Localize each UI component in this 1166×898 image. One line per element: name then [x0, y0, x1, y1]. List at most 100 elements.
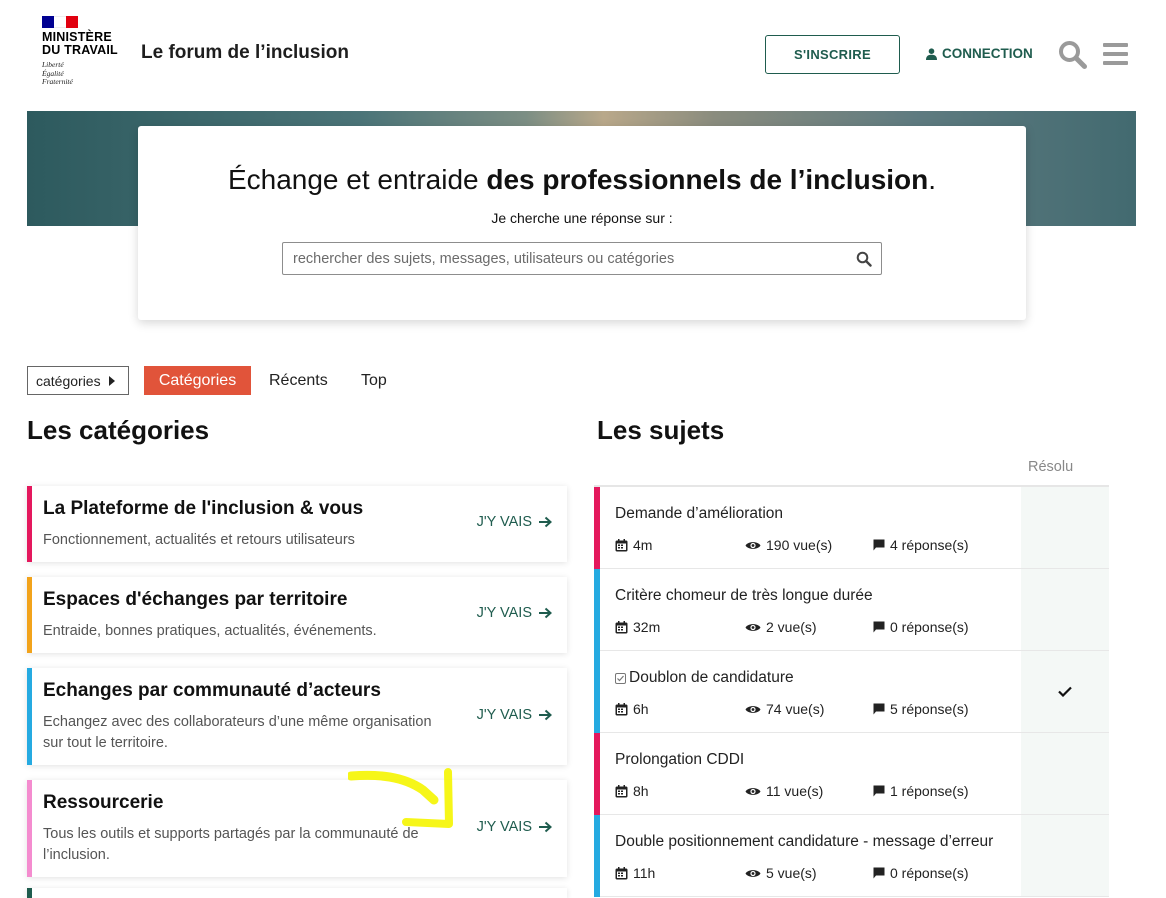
topic-color-bar — [594, 733, 600, 815]
search-icon[interactable] — [1058, 40, 1087, 69]
topic-views: 11 vue(s) — [745, 783, 823, 799]
comment-icon — [873, 867, 885, 879]
topic-row[interactable]: Doublon de candidature 6h 74 vue(s) 5 ré… — [594, 651, 1109, 733]
category-description: Fonctionnement, actualités et retours ut… — [43, 532, 355, 548]
caret-right-icon — [108, 375, 115, 386]
topic-time-text: 11h — [633, 865, 656, 881]
topic-replies-text: 1 réponse(s) — [890, 783, 969, 799]
arrow-right-icon — [539, 821, 552, 833]
categories-heading: Les catégories — [27, 415, 210, 445]
topic-time: 6h — [615, 701, 649, 717]
category-color-bar — [27, 780, 32, 877]
hero-title-bold: des professionnels de l’inclusion — [486, 164, 929, 195]
topic-time-text: 6h — [633, 701, 649, 717]
categories-dropdown[interactable]: catégories — [27, 366, 129, 395]
site-header: MINISTÈRE DU TRAVAIL Liberté Égalité Fra… — [0, 0, 1166, 111]
eye-icon — [745, 869, 761, 877]
eye-icon — [745, 623, 761, 631]
calendar-icon — [615, 538, 628, 551]
search-submit-button[interactable] — [847, 251, 881, 267]
category-go-link[interactable]: J'Y VAIS — [477, 605, 552, 621]
search-input[interactable] — [283, 243, 847, 274]
topic-time: 4m — [615, 537, 652, 553]
topic-replies-text: 0 réponse(s) — [890, 619, 969, 635]
menu-icon[interactable] — [1103, 43, 1128, 65]
category-card[interactable]: Ressourcerie Tous les outils et supports… — [27, 780, 567, 877]
arrow-right-icon — [539, 709, 552, 721]
category-go-link[interactable]: J'Y VAIS — [477, 707, 552, 723]
topic-replies: 0 réponse(s) — [873, 865, 969, 881]
category-go-link[interactable]: J'Y VAIS — [477, 819, 552, 835]
go-label: J'Y VAIS — [476, 605, 532, 621]
go-label: J'Y VAIS — [476, 707, 532, 723]
go-label: J'Y VAIS — [476, 514, 532, 530]
topic-views-text: 5 vue(s) — [766, 865, 817, 881]
logo-motto: Liberté Égalité Fraternité — [42, 60, 132, 87]
category-description: Entraide, bonnes pratiques, actualités, … — [43, 623, 377, 639]
topic-row[interactable]: Prolongation CDDI 8h 11 vue(s) 1 réponse… — [594, 733, 1109, 815]
topic-views: 2 vue(s) — [745, 619, 817, 635]
topic-row[interactable]: Critère chomeur de très longue durée 32m… — [594, 569, 1109, 651]
topic-replies-text: 5 réponse(s) — [890, 701, 969, 717]
resolved-cell — [1021, 569, 1109, 650]
hero-title-end: . — [928, 164, 937, 195]
tab-categories[interactable]: Catégories — [144, 366, 251, 395]
checkmark-icon — [1058, 686, 1072, 697]
comment-icon — [873, 621, 885, 633]
topic-views: 5 vue(s) — [745, 865, 817, 881]
topic-title-text: Doublon de candidature — [629, 669, 794, 686]
topic-title-text: Critère chomeur de très longue durée — [615, 587, 873, 604]
topic-title[interactable]: Prolongation CDDI — [615, 751, 744, 769]
category-card[interactable]: Echanges par communauté d’acteurs Echang… — [27, 668, 567, 765]
login-button[interactable]: CONNECTION — [926, 46, 1033, 61]
eye-icon — [745, 705, 761, 713]
topic-views-text: 2 vue(s) — [766, 619, 817, 635]
calendar-icon — [615, 866, 628, 879]
topic-time-text: 32m — [633, 619, 661, 635]
topics-heading: Les sujets — [597, 415, 725, 445]
site-title[interactable]: Le forum de l’inclusion — [141, 42, 349, 64]
topic-time-text: 8h — [633, 783, 649, 799]
tab-top[interactable]: Top — [361, 366, 387, 395]
calendar-icon — [615, 702, 628, 715]
topic-views: 74 vue(s) — [745, 701, 824, 717]
comment-icon — [873, 785, 885, 797]
topic-row[interactable]: Double positionnement candidature - mess… — [594, 815, 1109, 897]
calendar-icon — [615, 784, 628, 797]
topic-title[interactable]: Double positionnement candidature - mess… — [615, 833, 993, 851]
category-card[interactable]: La Plateforme de l'inclusion & vous Fonc… — [27, 486, 567, 562]
category-title[interactable]: Ressourcerie — [43, 792, 163, 814]
eye-icon — [745, 787, 761, 795]
hero-title: Échange et entraide des professionnels d… — [138, 164, 1026, 196]
ministry-logo[interactable]: MINISTÈRE DU TRAVAIL Liberté Égalité Fra… — [42, 16, 132, 87]
arrow-right-icon — [539, 516, 552, 528]
topic-title[interactable]: Doublon de candidature — [615, 669, 794, 687]
topic-row[interactable]: Demande d’amélioration 4m 190 vue(s) 4 r… — [594, 487, 1109, 569]
eye-icon — [745, 541, 761, 549]
resolved-column-header: Résolu — [1028, 459, 1074, 475]
category-title[interactable]: La Plateforme de l'inclusion & vous — [43, 498, 363, 520]
topic-time: 8h — [615, 783, 649, 799]
resolved-cell — [1021, 651, 1109, 732]
comment-icon — [873, 539, 885, 551]
tab-recents[interactable]: Récents — [269, 366, 328, 395]
solved-checkbox-icon — [615, 672, 626, 684]
resolved-cell — [1021, 815, 1109, 896]
category-go-link[interactable]: J'Y VAIS — [477, 514, 552, 530]
category-color-bar — [27, 577, 32, 653]
signup-button[interactable]: S'INSCRIRE — [765, 35, 900, 74]
topic-replies: 4 réponse(s) — [873, 537, 969, 553]
category-card-partial[interactable] — [27, 888, 567, 898]
category-title[interactable]: Espaces d'échanges par territoire — [43, 589, 347, 611]
topic-title[interactable]: Critère chomeur de très longue durée — [615, 587, 873, 605]
topic-replies: 1 réponse(s) — [873, 783, 969, 799]
topic-color-bar — [594, 569, 600, 651]
category-title[interactable]: Echanges par communauté d’acteurs — [43, 680, 381, 702]
category-card[interactable]: Espaces d'échanges par territoire Entrai… — [27, 577, 567, 653]
topic-title[interactable]: Demande d’amélioration — [615, 505, 783, 523]
topic-color-bar — [594, 487, 600, 569]
search-box — [282, 242, 882, 275]
category-description: Tous les outils et supports partagés par… — [43, 826, 419, 863]
topic-color-bar — [594, 815, 600, 897]
topic-views-text: 74 vue(s) — [766, 701, 825, 717]
